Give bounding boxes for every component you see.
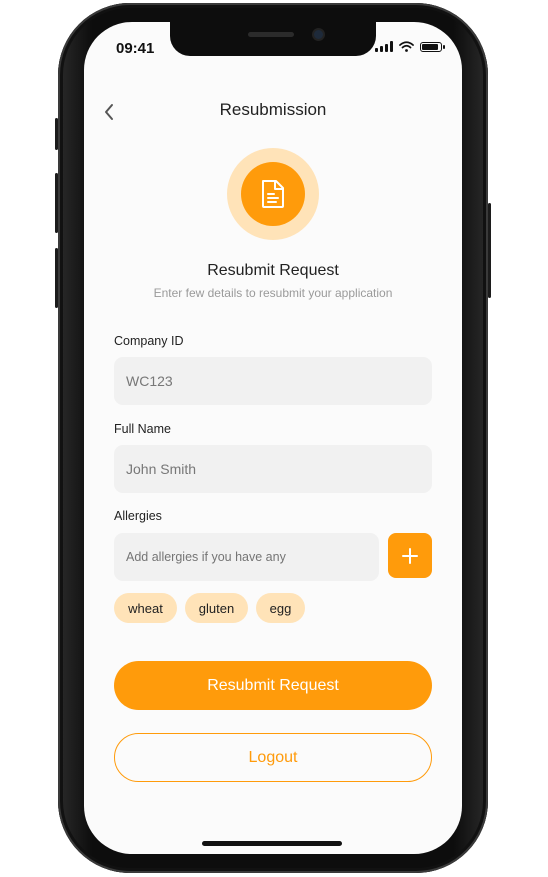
company-id-label: Company ID <box>114 334 184 348</box>
phone-frame: 09:41 Resubmission Resubmit Request Ente… <box>55 3 491 873</box>
speaker <box>248 32 294 37</box>
power-button <box>488 203 491 298</box>
logout-button[interactable]: Logout <box>114 733 432 782</box>
allergy-tag-gluten[interactable]: gluten <box>185 593 248 623</box>
allergy-tag-egg[interactable]: egg <box>256 593 305 623</box>
allergies-label: Allergies <box>114 509 162 523</box>
status-icons <box>375 41 445 52</box>
page-title: Resubmission <box>219 100 327 119</box>
full-name-field[interactable] <box>114 445 432 493</box>
resubmit-request-button[interactable]: Resubmit Request <box>114 661 432 710</box>
wifi-icon <box>399 41 414 52</box>
plus-icon <box>402 547 418 564</box>
hero-subtitle: Enter few details to resubmit your appli… <box>153 286 393 300</box>
mute-switch <box>55 118 58 150</box>
document-icon <box>262 180 284 208</box>
allergy-tag-wheat[interactable]: wheat <box>114 593 177 623</box>
status-time: 09:41 <box>116 40 155 57</box>
volume-down-button <box>55 248 58 308</box>
app-screen: 09:41 Resubmission Resubmit Request Ente… <box>84 22 462 854</box>
front-camera <box>314 30 323 39</box>
add-allergy-button[interactable] <box>388 533 432 578</box>
home-indicator <box>202 841 342 846</box>
volume-up-button <box>55 173 58 233</box>
company-id-field[interactable] <box>114 357 432 405</box>
signal-icon <box>375 41 393 52</box>
hero-title: Resubmit Request <box>207 262 339 279</box>
notch <box>170 22 376 56</box>
hero-icon-badge <box>227 148 319 240</box>
allergies-input[interactable] <box>114 533 379 581</box>
full-name-label: Full Name <box>114 422 171 436</box>
battery-icon <box>420 41 445 52</box>
